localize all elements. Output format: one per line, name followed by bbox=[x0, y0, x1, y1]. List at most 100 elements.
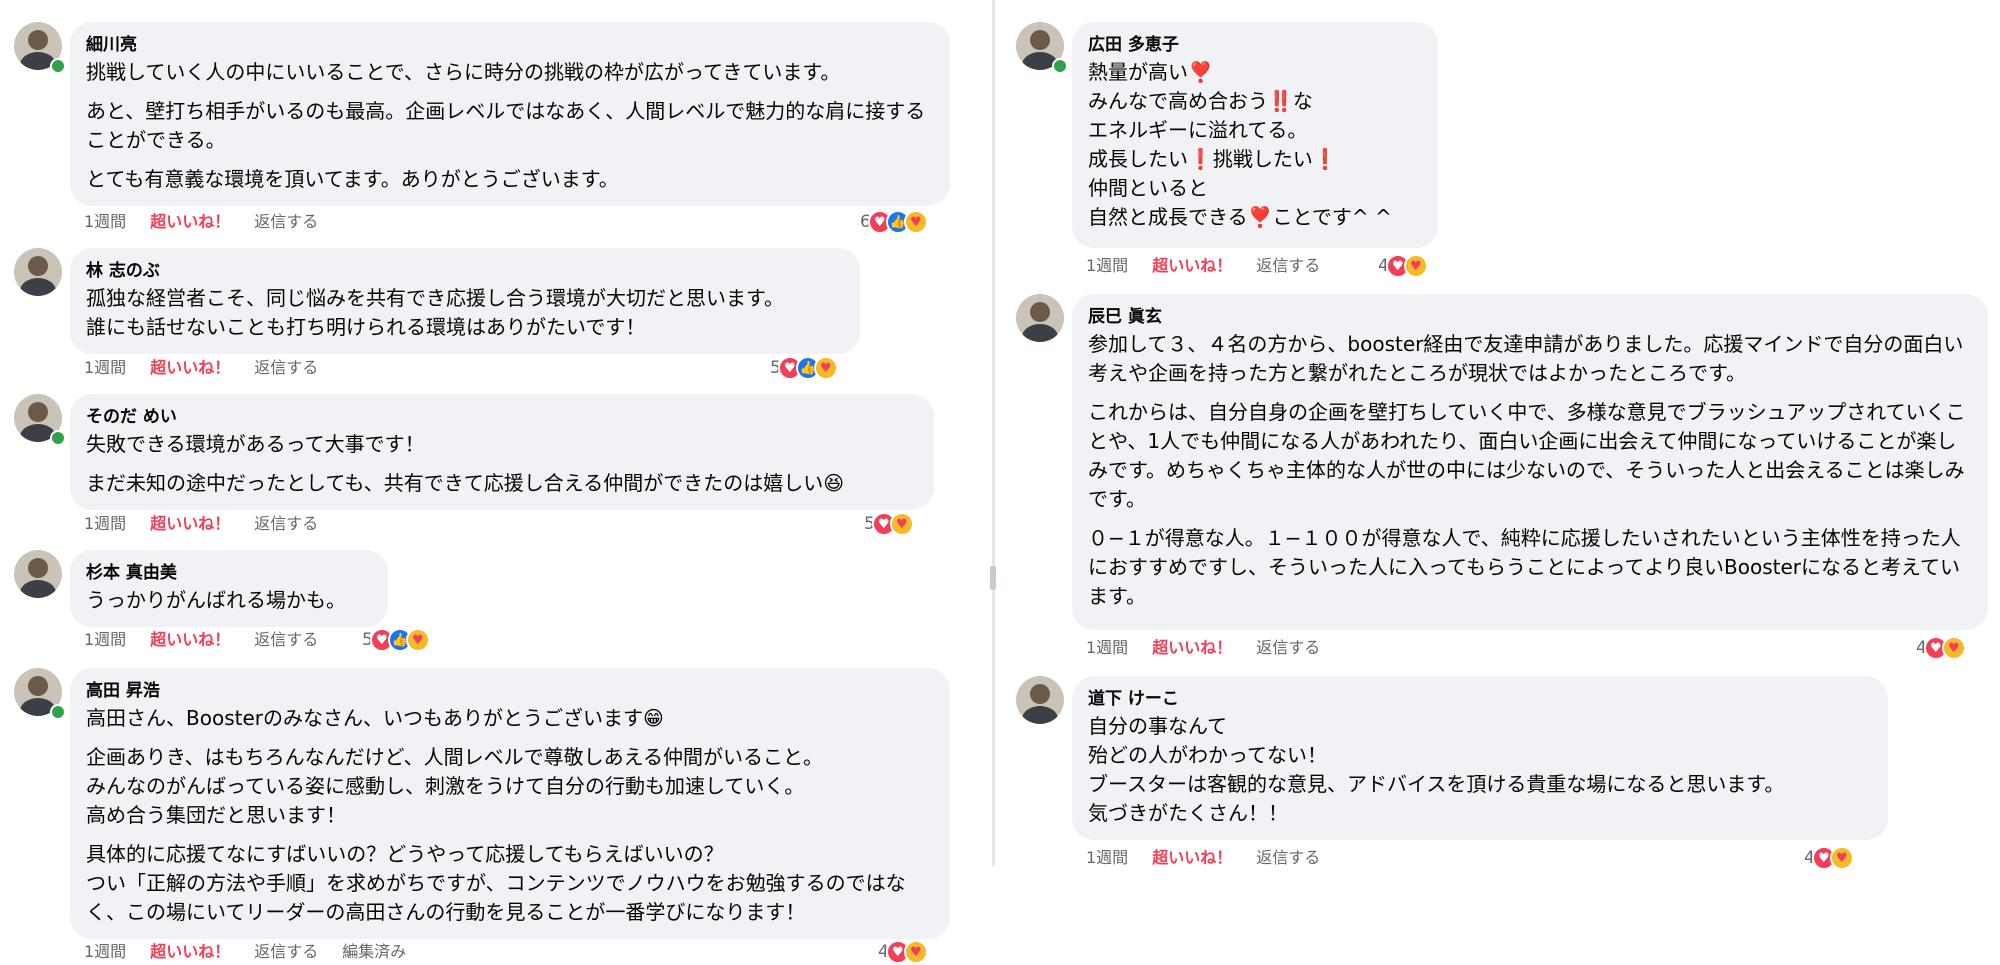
comment-text: 挑戦していく人の中にいいることで、さらに時分の挑戦の枠が広がってきています。 bbox=[86, 60, 841, 84]
comment-text: 具体的に応援てなにすばいいの？どうやって応援してもらえばいいの？ つい「正解の方… bbox=[86, 842, 906, 924]
reply-button[interactable]: 返信する bbox=[254, 514, 318, 533]
reaction-button[interactable]: 超いいね！ bbox=[1152, 638, 1232, 657]
comment-time-link[interactable]: 1週間 bbox=[1086, 848, 1128, 867]
comment-text: 熱量が高い❣️ みんなで高め合おう‼️な エネルギーに溢れてる。 成長したい❗️… bbox=[1088, 60, 1392, 229]
column-divider bbox=[992, 0, 995, 866]
comment-actions: 1週間 超いいね！ 返信する 編集済み bbox=[84, 942, 430, 962]
comment-text: 失敗できる環境があるって大事です！ bbox=[86, 432, 425, 456]
avatar[interactable] bbox=[14, 248, 62, 296]
comment-bubble: 細川亮挑戦していく人の中にいいることで、さらに時分の挑戦の枠が広がってきています… bbox=[70, 22, 950, 206]
comment-time-link[interactable]: 1週間 bbox=[84, 630, 126, 649]
reaction-button[interactable]: 超いいね！ bbox=[150, 358, 230, 377]
care-reaction-icon: ♥ bbox=[903, 940, 928, 964]
avatar[interactable] bbox=[14, 550, 62, 598]
comment-actions: 1週間 超いいね！ 返信する bbox=[84, 630, 342, 650]
comment-text: うっかりがんばれる場かも。 bbox=[86, 588, 346, 612]
comment-time-link[interactable]: 1週間 bbox=[84, 358, 126, 377]
reaction-summary[interactable]: 5 ♥ 👍 ♥ bbox=[362, 627, 430, 653]
reaction-summary[interactable]: 6 ♥ 👍 ♥ bbox=[860, 209, 928, 235]
comment-text: 高田さん、Boosterのみなさん、いつもありがとうございます😁 bbox=[86, 706, 664, 730]
care-reaction-icon: ♥ bbox=[889, 512, 914, 536]
comment-text: 参加して３、４名の方から、booster経由で友達申請がありました。応援マインド… bbox=[1088, 332, 1964, 385]
comment-time-link[interactable]: 1週間 bbox=[84, 942, 126, 961]
comment-text: とても有意義な環境を頂いてます。ありがとうございます。 bbox=[86, 167, 619, 191]
care-reaction-icon: ♥ bbox=[405, 628, 430, 652]
reaction-button[interactable]: 超いいね！ bbox=[1152, 848, 1232, 867]
reply-button[interactable]: 返信する bbox=[1256, 848, 1320, 867]
online-status-dot bbox=[50, 430, 66, 446]
comment-bubble: そのだ めい 失敗できる環境があるって大事です！ まだ未知の途中だったとしても、共有… bbox=[70, 394, 934, 510]
reply-button[interactable]: 返信する bbox=[254, 630, 318, 649]
care-reaction-icon: ♥ bbox=[813, 356, 838, 380]
comment-author[interactable]: 細川亮 bbox=[86, 34, 934, 56]
reaction-summary[interactable]: 5 ♥ 👍 ♥ bbox=[770, 355, 838, 381]
care-reaction-icon: ♥ bbox=[1829, 846, 1854, 870]
reply-button[interactable]: 返信する bbox=[254, 358, 318, 377]
avatar-head bbox=[28, 558, 48, 578]
avatar-body bbox=[1022, 324, 1058, 342]
reaction-button[interactable]: 超いいね！ bbox=[150, 942, 230, 961]
comment-author[interactable]: 杉本 真由美 bbox=[86, 562, 372, 584]
comment-author[interactable]: 広田 多恵子 bbox=[1088, 34, 1422, 56]
comment-actions: 1週間 超いいね！ 返信する bbox=[1086, 848, 1344, 868]
comment-actions: 1週間 超いいね！ 返信する bbox=[1086, 638, 1344, 658]
comment-text: 孤独な経営者こそ、同じ悩みを共有でき応援し合う環境が大切だと思います。 誰にも話… bbox=[86, 286, 784, 339]
reaction-button[interactable]: 超いいね！ bbox=[150, 630, 230, 649]
comment-author[interactable]: 林 志のぶ bbox=[86, 260, 844, 282]
comment-time-link[interactable]: 1週間 bbox=[1086, 256, 1128, 275]
comment-actions: 1週間 超いいね！ 返信する bbox=[84, 212, 342, 232]
avatar-head bbox=[28, 402, 48, 422]
care-reaction-icon: ♥ bbox=[1941, 636, 1966, 660]
reply-button[interactable]: 返信する bbox=[1256, 256, 1320, 275]
comment-time-link[interactable]: 1週間 bbox=[84, 514, 126, 533]
comment-text: 企画ありき、はもちろんなんだけど、人間レベルで尊敬しあえる仲間がいること。 みん… bbox=[86, 745, 823, 827]
avatar-head bbox=[1030, 302, 1050, 322]
comment-text: あと、壁打ち相手がいるのも最高。企画レベルではなあく、人間レベルで魅力的な肩に接… bbox=[86, 99, 926, 152]
avatar[interactable] bbox=[1016, 676, 1064, 724]
reaction-summary[interactable]: 4 ♥ ♥ bbox=[1916, 635, 1966, 661]
online-status-dot bbox=[50, 704, 66, 720]
comment-author[interactable]: 道下 けーこ bbox=[1088, 688, 1872, 710]
reply-button[interactable]: 返信する bbox=[1256, 638, 1320, 657]
avatar-head bbox=[28, 30, 48, 50]
reply-button[interactable]: 返信する bbox=[254, 212, 318, 231]
comment-bubble: 道下 けーこ自分の事なんて 殆どの人がわかってない！ ブースターは客観的な意見、… bbox=[1072, 676, 1888, 840]
reaction-summary[interactable]: 4 ♥ ♥ bbox=[878, 939, 928, 965]
avatar[interactable] bbox=[1016, 294, 1064, 342]
resize-handle[interactable] bbox=[990, 566, 996, 590]
reaction-button[interactable]: 超いいね！ bbox=[150, 514, 230, 533]
avatar-head bbox=[28, 256, 48, 276]
comment-actions: 1週間 超いいね！ 返信する bbox=[1086, 256, 1344, 276]
comment-time-link[interactable]: 1週間 bbox=[1086, 638, 1128, 657]
avatar-head bbox=[1030, 30, 1050, 50]
avatar-body bbox=[1022, 706, 1058, 724]
comment-text: 自分の事なんて 殆どの人がわかってない！ ブースターは客観的な意見、アドバイスを… bbox=[1088, 714, 1785, 825]
comment-text: ０−１が得意な人。１−１００が得意な人で、純粋に応援したいされたいという主体性を… bbox=[1088, 526, 1961, 608]
comment-author[interactable]: 高田 昇浩 bbox=[86, 680, 934, 702]
comment-bubble: 広田 多恵子熱量が高い❣️ みんなで高め合おう‼️な エネルギーに溢れてる。 成… bbox=[1072, 22, 1438, 248]
avatar-body bbox=[20, 278, 56, 296]
avatar-body bbox=[20, 580, 56, 598]
avatar-head bbox=[1030, 684, 1050, 704]
comment-actions: 1週間 超いいね！ 返信する bbox=[84, 358, 342, 378]
care-reaction-icon: ♥ bbox=[1403, 254, 1428, 278]
edited-label: 編集済み bbox=[342, 942, 407, 961]
reply-button[interactable]: 返信する bbox=[254, 942, 318, 961]
reaction-button[interactable]: 超いいね！ bbox=[150, 212, 230, 231]
comment-time-link[interactable]: 1週間 bbox=[84, 212, 126, 231]
comment-actions: 1週間 超いいね！ 返信する bbox=[84, 514, 342, 534]
comment-text: まだ未知の途中だったとしても、共有できて応援し合える仲間ができたのは嬉しい😆 bbox=[86, 471, 845, 495]
comment-author[interactable]: そのだ めい bbox=[86, 406, 918, 428]
comment-bubble: 杉本 真由美 うっかりがんばれる場かも。 bbox=[70, 550, 388, 627]
comment-bubble: 林 志のぶ孤独な経営者こそ、同じ悩みを共有でき応援し合う環境が大切だと思います。… bbox=[70, 248, 860, 354]
comment-bubble: 辰巳 眞玄参加して３、４名の方から、booster経由で友達申請がありました。応… bbox=[1072, 294, 1988, 630]
avatar-head bbox=[28, 676, 48, 696]
reaction-summary[interactable]: 4 ♥ ♥ bbox=[1378, 253, 1428, 279]
reaction-summary[interactable]: 5 ♥ ♥ bbox=[864, 511, 914, 537]
comment-author[interactable]: 辰巳 眞玄 bbox=[1088, 306, 1972, 328]
care-reaction-icon: ♥ bbox=[903, 210, 928, 234]
reaction-summary[interactable]: 4 ♥ ♥ bbox=[1804, 845, 1854, 871]
online-status-dot bbox=[50, 58, 66, 74]
comment-bubble: 高田 昇浩高田さん、Boosterのみなさん、いつもありがとうございます😁 企画あ… bbox=[70, 668, 950, 939]
reaction-button[interactable]: 超いいね！ bbox=[1152, 256, 1232, 275]
